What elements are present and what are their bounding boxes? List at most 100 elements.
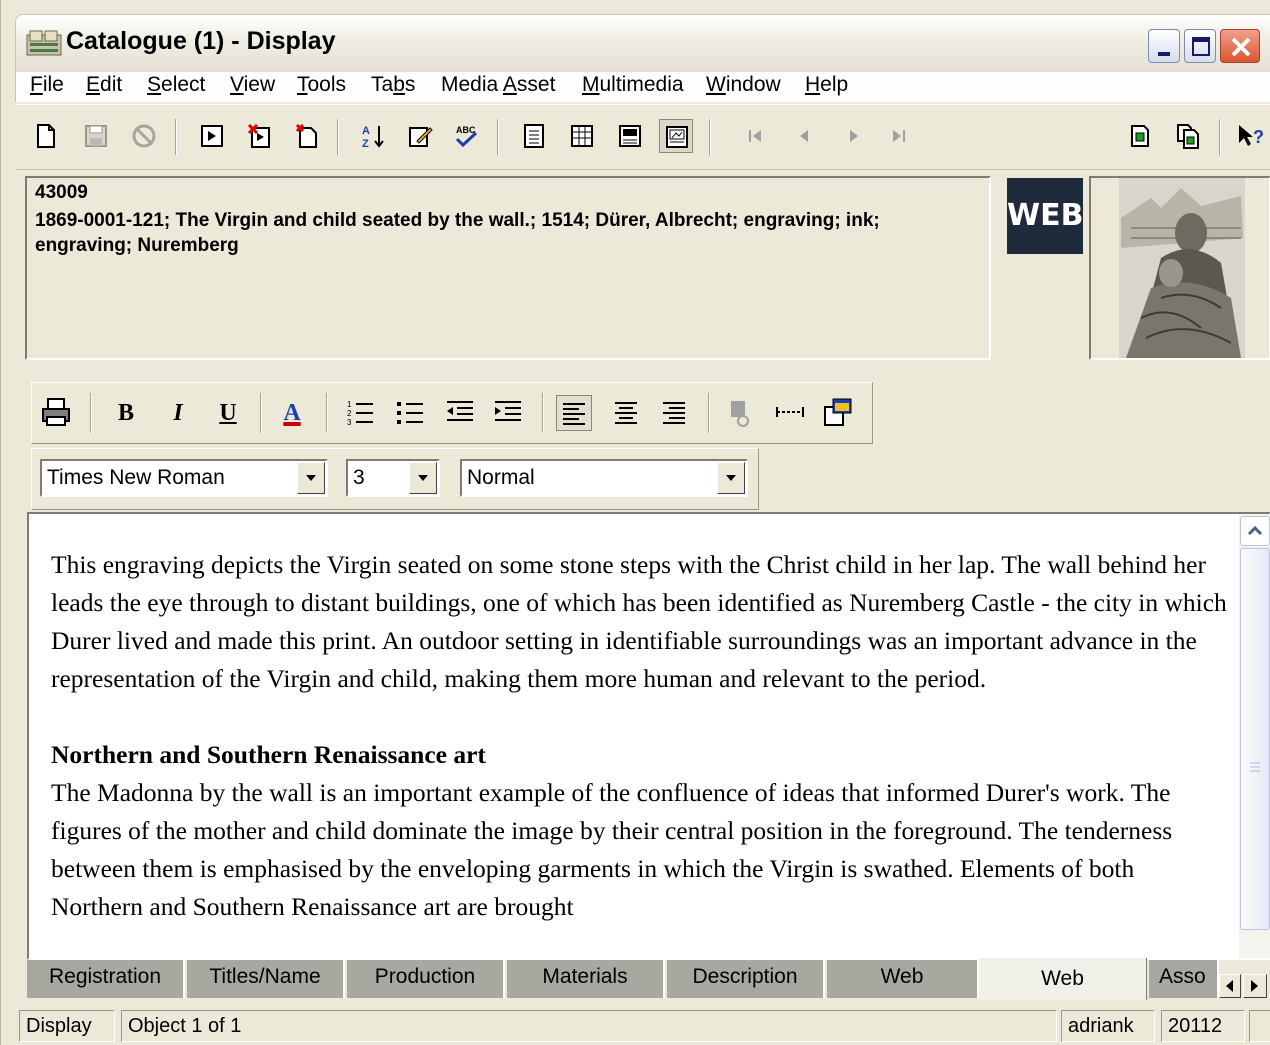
font-family-select[interactable]: Times New Roman — [40, 459, 328, 497]
sort-button[interactable]: AZ — [357, 119, 391, 153]
editor-scrollbar[interactable] — [1239, 514, 1270, 958]
paragraph-style-select[interactable]: Normal — [460, 459, 748, 497]
tab-titles-name[interactable]: Titles/Name — [187, 960, 345, 998]
menu-tabs[interactable]: Tabs — [371, 73, 415, 97]
menu-tools[interactable]: Tools — [297, 73, 346, 97]
editor-heading: Northern and Southern Renaissance art — [51, 740, 486, 769]
save-button[interactable] — [79, 119, 113, 153]
menu-select[interactable]: Select — [147, 73, 205, 97]
italic-button[interactable]: I — [160, 395, 196, 431]
tab-materials[interactable]: Materials — [507, 960, 665, 998]
list-view-button[interactable] — [565, 119, 599, 153]
menu-help[interactable]: Help — [805, 73, 848, 97]
align-right-button[interactable] — [656, 395, 692, 431]
close-button[interactable] — [1220, 29, 1260, 63]
menu-multimedia[interactable]: Multimedia — [582, 73, 684, 97]
new-button[interactable] — [29, 119, 63, 153]
decrease-indent-icon — [447, 401, 473, 421]
first-record-button[interactable] — [739, 119, 773, 153]
title-bar[interactable]: Catalogue (1) - Display — [15, 14, 1270, 72]
thumbnail-frame[interactable] — [1089, 176, 1270, 360]
main-toolbar: AZ ABC ? — [15, 104, 1270, 170]
tab-web-active[interactable]: Web — [979, 958, 1147, 1000]
menu-view[interactable]: View — [230, 73, 275, 97]
delete-record-icon — [247, 123, 270, 148]
status-bar: Display Object 1 of 1 adriank 20112 — [15, 1006, 1270, 1045]
insert-object-button[interactable] — [722, 395, 758, 431]
chevron-down-icon — [418, 475, 428, 481]
menu-file[interactable]: File — [30, 73, 64, 97]
last-record-icon — [893, 130, 905, 142]
previous-record-button[interactable] — [787, 119, 821, 153]
font-color-button[interactable]: A — [274, 395, 310, 431]
increase-indent-button[interactable] — [490, 395, 526, 431]
menu-bar: File Edit Select View Tools Tabs Media A… — [15, 72, 1270, 102]
web-badge: WEB — [1007, 178, 1083, 254]
bold-button[interactable]: B — [108, 395, 144, 431]
menu-edit[interactable]: Edit — [86, 73, 122, 97]
edit-note-button[interactable] — [403, 119, 437, 153]
scroll-thumb[interactable] — [1240, 548, 1270, 930]
tab-description[interactable]: Description — [667, 960, 825, 998]
svg-text:2: 2 — [347, 409, 352, 418]
numbered-list-icon: 123 — [347, 400, 373, 427]
spell-check-icon: ABC — [455, 125, 478, 148]
size-grip[interactable] — [1249, 1010, 1270, 1042]
scroll-up-button[interactable] — [1240, 516, 1270, 546]
maximize-icon — [1192, 37, 1210, 56]
underline-button[interactable]: U — [210, 395, 246, 431]
next-record-button[interactable] — [837, 119, 871, 153]
copy-record-button[interactable] — [1171, 119, 1205, 153]
maximize-button[interactable] — [1184, 29, 1216, 63]
image-view-button[interactable] — [659, 119, 693, 153]
close-icon — [1231, 37, 1251, 57]
paragraph-style-dropdown-button[interactable] — [717, 462, 745, 494]
chevron-up-icon — [1247, 525, 1263, 536]
bullet-list-button[interactable] — [392, 395, 428, 431]
minimize-button[interactable] — [1148, 29, 1180, 63]
decrease-indent-button[interactable] — [442, 395, 478, 431]
tab-registration[interactable]: Registration — [27, 960, 185, 998]
tab-scroll-left-button[interactable] — [1219, 974, 1241, 998]
open-record-button[interactable] — [195, 119, 229, 153]
align-left-icon — [563, 403, 585, 425]
context-help-button[interactable]: ? — [1233, 119, 1267, 153]
description-editor[interactable]: This engraving depicts the Virgin seated… — [27, 512, 1270, 960]
summary-view-icon — [619, 125, 641, 147]
toolbar-separator — [497, 119, 499, 155]
font-size-dropdown-button[interactable] — [409, 462, 437, 494]
tab-production[interactable]: Production — [347, 960, 505, 998]
spell-check-button[interactable]: ABC — [449, 119, 483, 153]
toolbar-separator — [260, 393, 262, 433]
edit-note-icon — [409, 127, 433, 147]
toolbar-separator — [337, 119, 339, 155]
summary-view-button[interactable] — [613, 119, 647, 153]
align-left-button[interactable] — [556, 395, 592, 431]
catalogue-app-icon — [26, 30, 62, 56]
print-button[interactable] — [38, 395, 74, 431]
horizontal-rule-button[interactable] — [772, 395, 808, 431]
open-record-icon — [201, 125, 223, 147]
tab-associations[interactable]: Asso — [1149, 960, 1219, 998]
page-view-button[interactable] — [517, 119, 551, 153]
record-id: 43009 — [35, 182, 88, 203]
insert-table-button[interactable] — [820, 395, 856, 431]
add-to-group-button[interactable] — [1123, 119, 1157, 153]
status-position: Object 1 of 1 — [121, 1010, 1057, 1042]
numbered-list-button[interactable]: 123 — [342, 395, 378, 431]
align-center-button[interactable] — [608, 395, 644, 431]
tab-web[interactable]: Web — [827, 960, 979, 998]
new-record-button[interactable] — [291, 119, 325, 153]
insert-table-icon — [824, 398, 852, 426]
engraving-thumbnail-image — [1119, 178, 1245, 358]
menu-media-asset[interactable]: Media Asset — [441, 73, 555, 97]
delete-record-button[interactable] — [243, 119, 277, 153]
font-size-select[interactable]: 3 — [346, 459, 440, 497]
last-record-button[interactable] — [881, 119, 915, 153]
cancel-button[interactable] — [127, 119, 161, 153]
tab-scroll-right-button[interactable] — [1243, 974, 1267, 998]
toolbar-separator — [1219, 119, 1221, 155]
record-tabs: Registration Titles/Name Production Mate… — [27, 958, 1270, 1002]
menu-window[interactable]: Window — [706, 73, 781, 97]
font-family-dropdown-button[interactable] — [297, 462, 325, 494]
